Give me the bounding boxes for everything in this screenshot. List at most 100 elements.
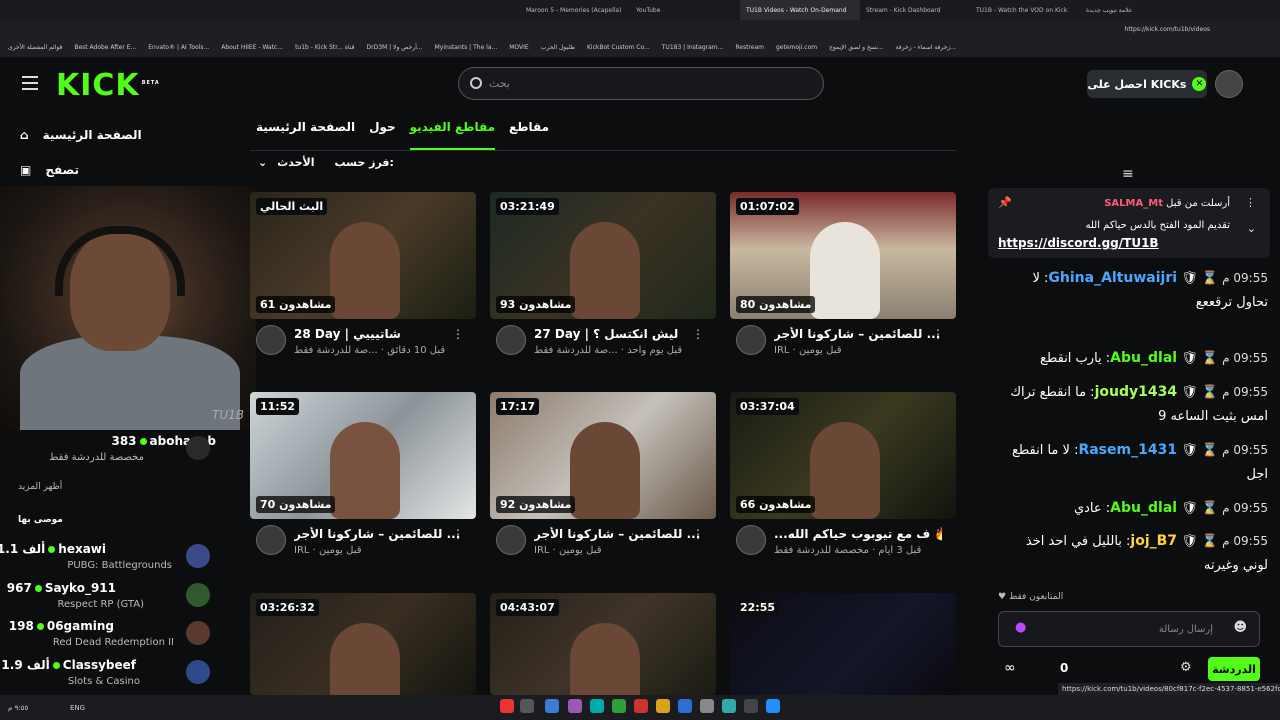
video-thumbnail[interactable]: 17:17 92 مشاهدون bbox=[490, 392, 716, 519]
url-text[interactable]: https://kick.com/tu1b/videos bbox=[1125, 26, 1210, 33]
tab-videos[interactable]: مقاطع الفيديو bbox=[409, 120, 496, 150]
sort-control[interactable]: ⌄ الأحدث فرز حسب: bbox=[258, 156, 394, 169]
video-thumbnail[interactable]: البث الحالي 61 مشاهدون bbox=[250, 192, 476, 319]
bookmark[interactable]: TU183 | Instagram... bbox=[662, 44, 724, 51]
taskbar-lang[interactable]: ENG bbox=[70, 704, 85, 712]
bookmark[interactable]: MOVIE bbox=[509, 44, 528, 51]
channel-avatar[interactable] bbox=[736, 525, 766, 555]
bookmark[interactable]: زخرفة اسماء - زخرفة... bbox=[896, 44, 956, 51]
app-icon[interactable] bbox=[700, 699, 714, 713]
search-input[interactable]: بحث bbox=[458, 67, 824, 100]
video-thumbnail[interactable]: 22:55 bbox=[730, 593, 956, 695]
video-title[interactable]: للصائمين – شاركونا الأجر ... bbox=[294, 527, 462, 541]
search-icon[interactable] bbox=[744, 699, 758, 713]
channel-avatar[interactable] bbox=[256, 325, 286, 355]
video-card[interactable]: 03:37:04 66 مشاهدون ...ف مع تيوبوب حياكم … bbox=[730, 392, 956, 579]
windows-start-icon[interactable] bbox=[766, 699, 780, 713]
sidebar-item-home[interactable]: ⌂ الصفحة الرئيسية bbox=[20, 128, 142, 142]
video-title[interactable]: للصائمين – شاركونا الأجر ... bbox=[534, 527, 702, 541]
video-thumbnail[interactable]: 01:07:02 80 مشاهدون bbox=[730, 192, 956, 319]
more-options-icon[interactable]: ⋮ bbox=[692, 527, 704, 541]
app-icon[interactable] bbox=[634, 699, 648, 713]
bookmark[interactable]: Myinstants | The la... bbox=[435, 44, 498, 51]
recommended-channel[interactable]: 198 06gaming Red Dead Redemption II bbox=[0, 617, 250, 653]
channel-avatar[interactable] bbox=[256, 525, 286, 555]
get-kicks-button[interactable]: احصل على KICKs ✕ bbox=[1087, 70, 1207, 98]
chevron-down-icon[interactable]: ⌄ bbox=[1247, 222, 1256, 235]
user-avatar[interactable] bbox=[1215, 70, 1243, 98]
app-icon[interactable] bbox=[722, 699, 736, 713]
bookmark[interactable]: Envato® | AI Tools... bbox=[148, 44, 209, 51]
more-options-icon[interactable]: ⋮ bbox=[1245, 196, 1256, 209]
video-thumbnail[interactable]: 04:43:07 bbox=[490, 593, 716, 695]
tab-kick-dashboard[interactable]: Stream - Kick Dashboard bbox=[860, 0, 970, 20]
tab-about[interactable]: حول bbox=[369, 120, 396, 150]
more-options-icon[interactable]: ⋮ bbox=[452, 527, 464, 541]
recommended-channel[interactable]: 1.1 ألف hexawi PUBG: Battlegrounds bbox=[0, 540, 250, 576]
recommended-channel[interactable]: 967 Sayko_911 Respect RP (GTA) bbox=[0, 579, 250, 615]
video-thumbnail[interactable]: 11:52 70 مشاهدون bbox=[250, 392, 476, 519]
chat-input[interactable]: إرسال رسالة ● ☻ bbox=[998, 611, 1260, 647]
video-card[interactable]: 17:17 92 مشاهدون للصائمين – شاركونا الأجر… bbox=[490, 392, 716, 579]
current-channel[interactable]: 383 abohaeeb مخصصة للدردشة فقط bbox=[0, 432, 250, 468]
more-options-icon[interactable]: ⋮ bbox=[452, 327, 464, 341]
mic-icon[interactable]: ● bbox=[1015, 620, 1026, 635]
tab-maroon[interactable]: Maroon 5 - Memories (Acapella) bbox=[520, 0, 630, 20]
video-thumbnail[interactable]: 03:37:04 66 مشاهدون bbox=[730, 392, 956, 519]
bookmark[interactable]: نسخ و لصق الإيموج... bbox=[829, 44, 883, 51]
bookmark[interactable]: DrD3M | أرخص ولا... bbox=[366, 44, 422, 51]
channel-avatar[interactable] bbox=[736, 325, 766, 355]
video-title[interactable]: ...ف مع تيوبوب حياكم الله 🔥 bbox=[774, 527, 942, 541]
folder-icon[interactable] bbox=[656, 699, 670, 713]
recommended-channel[interactable]: 1.9 ألف Classybeef Slots & Casino bbox=[0, 656, 250, 692]
more-options-icon[interactable]: ⋮ bbox=[692, 327, 704, 341]
tab-youtube[interactable]: YouTube bbox=[630, 0, 740, 20]
app-icon[interactable] bbox=[520, 699, 534, 713]
video-card[interactable]: 04:43:07 bbox=[490, 593, 716, 695]
bookmark[interactable]: getemoji.com bbox=[776, 44, 817, 51]
video-card[interactable]: 03:21:49 93 مشاهدون 27 Day | ليش انكتسل ؟… bbox=[490, 192, 716, 379]
bookmark[interactable]: طليول الحرب bbox=[541, 44, 575, 51]
video-title[interactable]: 28 Day | شاتيييي bbox=[294, 327, 462, 341]
app-icon[interactable] bbox=[590, 699, 604, 713]
channel-avatar[interactable] bbox=[496, 325, 526, 355]
bookmark[interactable]: tu1b - Kick Str... قناة bbox=[295, 44, 354, 51]
bookmark[interactable]: KickBot Custom Co... bbox=[587, 44, 650, 51]
video-title[interactable]: 27 Day | ليش انكتسل ؟ bbox=[534, 327, 702, 341]
sidebar-item-browse[interactable]: ▣ تصفح bbox=[20, 163, 79, 177]
video-card[interactable]: 11:52 70 مشاهدون للصائمين – شاركونا الأجر… bbox=[250, 392, 476, 579]
kick-logo[interactable]: KICK BETA bbox=[56, 68, 160, 103]
more-options-icon[interactable]: ⋮ bbox=[932, 327, 944, 341]
app-icon[interactable] bbox=[568, 699, 582, 713]
app-icon[interactable] bbox=[545, 699, 559, 713]
tab-tu1b-videos[interactable]: TU1B Videos - Watch On-Demand bbox=[740, 0, 860, 20]
app-icon[interactable] bbox=[612, 699, 626, 713]
video-title[interactable]: للصائمين – شاركونا الأجر ... bbox=[774, 327, 942, 341]
video-card[interactable]: 22:55 bbox=[730, 593, 956, 695]
bookmark[interactable]: About HIIEE - Watc... bbox=[221, 44, 283, 51]
pinned-link[interactable]: https://discord.gg/TU1B bbox=[998, 236, 1159, 250]
bookmark[interactable]: قوائم المفضلة الأخرى bbox=[8, 44, 62, 51]
video-card[interactable]: البث الحالي 61 مشاهدون 28 Day | شاتيييي قب… bbox=[250, 192, 476, 379]
tab-home[interactable]: الصفحة الرئيسية bbox=[256, 120, 355, 150]
bookmark[interactable]: Best Adobe After E... bbox=[74, 44, 136, 51]
tab-new[interactable]: علامة تبويب جديدة bbox=[1080, 0, 1180, 20]
address-bar[interactable]: https://kick.com/tu1b/videos bbox=[0, 20, 1280, 38]
emoji-icon[interactable]: ☻ bbox=[1233, 620, 1247, 635]
tab-kick-vod[interactable]: TU1B - Watch the VOD on Kick bbox=[970, 0, 1080, 20]
video-card[interactable]: 01:07:02 80 مشاهدون للصائمين – شاركونا ال… bbox=[730, 192, 956, 379]
chat-send-button[interactable]: الدردشة bbox=[1208, 657, 1260, 681]
video-thumbnail[interactable]: 03:26:32 bbox=[250, 593, 476, 695]
menu-icon[interactable] bbox=[22, 76, 38, 90]
tab-clips[interactable]: مقاطع bbox=[509, 120, 549, 150]
video-thumbnail[interactable]: 03:21:49 93 مشاهدون bbox=[490, 192, 716, 319]
video-card[interactable]: 03:26:32 bbox=[250, 593, 476, 695]
pinned-message[interactable]: SALMA_Mt أرسلت من قبل تقديم المود الفتح … bbox=[988, 188, 1270, 258]
app-icon[interactable] bbox=[678, 699, 692, 713]
chat-filter-icon[interactable]: ≡ bbox=[1122, 166, 1134, 182]
settings-gear-icon[interactable]: ⚙ bbox=[1180, 660, 1192, 675]
more-options-icon[interactable]: ⋮ bbox=[932, 527, 944, 541]
channel-avatar[interactable] bbox=[496, 525, 526, 555]
bookmark[interactable]: Restream bbox=[735, 44, 764, 51]
show-more-link[interactable]: أظهر المزيد bbox=[18, 482, 62, 492]
